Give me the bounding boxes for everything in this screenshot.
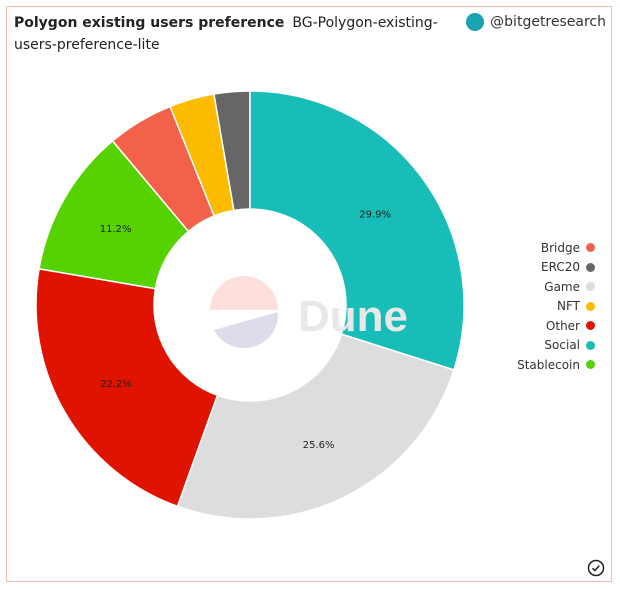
legend-swatch	[586, 262, 595, 272]
legend-swatch	[586, 360, 595, 370]
legend-item-nft[interactable]: NFT	[505, 297, 595, 317]
legend-swatch	[586, 301, 595, 311]
watermark-text: Dune	[298, 292, 408, 341]
check-circle-icon[interactable]	[587, 559, 605, 577]
legend-item-other[interactable]: Other	[505, 316, 595, 336]
data-label: 22.2%	[100, 379, 132, 390]
legend-item-erc20[interactable]: ERC20	[505, 258, 595, 278]
legend-item-game[interactable]: Game	[505, 277, 595, 297]
legend-swatch	[586, 340, 595, 350]
legend-label: Other	[545, 318, 580, 333]
legend-label: Game	[544, 279, 580, 294]
legend-label: Bridge	[540, 240, 580, 255]
legend: Bridge ERC20 Game NFT Other Social Stablecoin	[505, 238, 595, 375]
legend-label: Social	[544, 338, 580, 353]
legend-swatch	[586, 321, 595, 331]
legend-item-bridge[interactable]: Bridge	[505, 238, 595, 258]
data-label: 29.9%	[359, 209, 391, 220]
data-label: 11.2%	[100, 224, 132, 235]
legend-label: NFT	[557, 299, 580, 314]
legend-label: Stablecoin	[517, 357, 580, 372]
legend-label: ERC20	[541, 260, 580, 275]
legend-item-stablecoin[interactable]: Stablecoin	[505, 355, 595, 375]
legend-item-social[interactable]: Social	[505, 336, 595, 356]
slice-game[interactable]	[176, 333, 455, 520]
legend-swatch	[586, 282, 595, 292]
data-label: 25.6%	[303, 440, 335, 451]
legend-swatch	[586, 243, 595, 253]
